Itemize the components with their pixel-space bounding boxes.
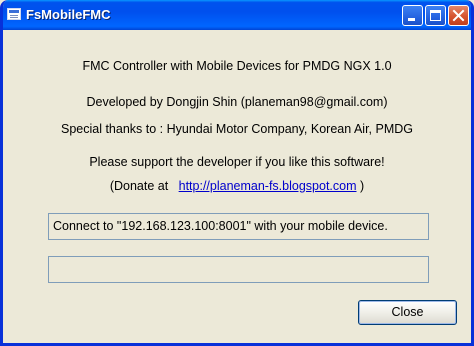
close-icon	[452, 9, 465, 22]
special-thanks: Special thanks to : Hyundai Motor Compan…	[60, 122, 413, 136]
donate-suffix: )	[359, 179, 365, 193]
donate-row: (Donate at http://planeman-fs.blogspot.c…	[3, 179, 471, 193]
connection-status-field: Connect to "192.168.123.100:8001" with y…	[48, 213, 429, 240]
donate-link[interactable]: http://planeman-fs.blogspot.com	[179, 179, 357, 193]
title-close-button[interactable]	[448, 5, 469, 26]
connection-status-text: Connect to "192.168.123.100:8001" with y…	[53, 219, 388, 233]
maximize-button[interactable]	[425, 5, 446, 26]
secondary-status-field	[48, 256, 429, 283]
maximize-icon	[430, 10, 441, 21]
developer-credit: Developed by Dongjin Shin (planeman98@gm…	[86, 95, 388, 109]
minimize-icon	[408, 18, 415, 21]
support-message: Please support the developer if you like…	[89, 155, 385, 169]
donate-prefix: (Donate at	[109, 179, 169, 193]
app-window: FsMobileFMC FMC Controller with Mobile D…	[0, 0, 474, 346]
product-description: FMC Controller with Mobile Devices for P…	[82, 59, 392, 73]
app-window-icon	[7, 8, 21, 20]
dialog-body: FMC Controller with Mobile Devices for P…	[3, 30, 471, 343]
close-button[interactable]: Close	[358, 300, 457, 325]
minimize-button[interactable]	[402, 5, 423, 26]
title-bar[interactable]: FsMobileFMC	[3, 0, 471, 30]
window-title: FsMobileFMC	[26, 7, 111, 22]
